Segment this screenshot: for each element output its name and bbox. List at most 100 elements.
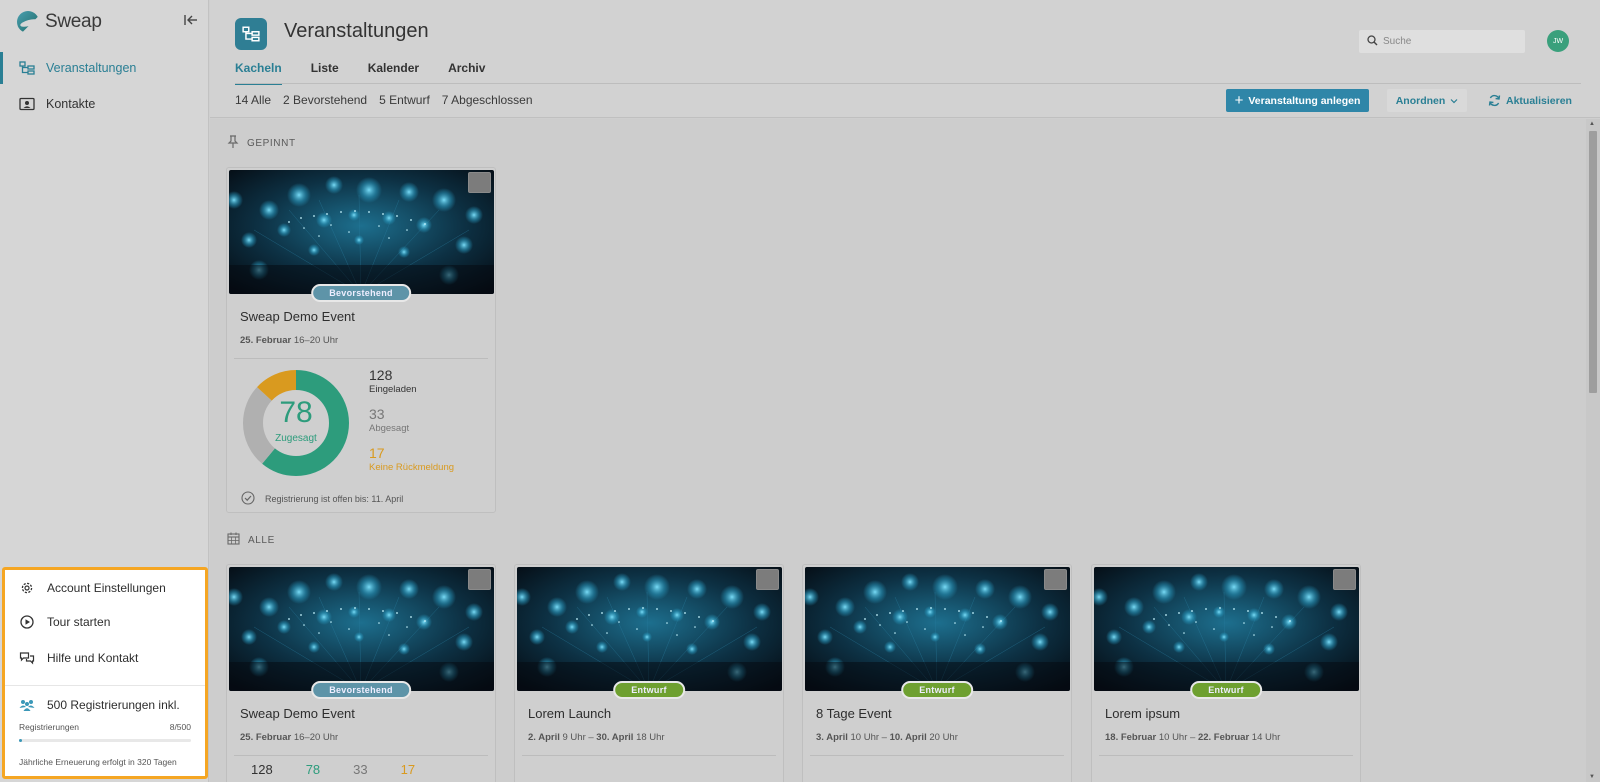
select-checkbox[interactable] — [1333, 569, 1356, 590]
scroll-up-icon[interactable]: ▲ — [1589, 121, 1595, 127]
select-checkbox[interactable] — [1044, 569, 1067, 590]
rsvp-mini-stats: 128 78 33 17 — [251, 762, 415, 777]
section-pinned-label: GEPINNT — [247, 138, 296, 149]
view-tabs: Kacheln Liste Kalender Archiv — [235, 61, 485, 85]
main-area: Veranstaltungen JW Kacheln Liste Kalende… — [210, 0, 1600, 782]
event-date-end: 10. April — [889, 732, 927, 743]
create-event-label: Veranstaltung anlegen — [1248, 94, 1361, 107]
scroll-down-icon[interactable]: ▼ — [1589, 774, 1595, 780]
search-box[interactable] — [1359, 30, 1525, 53]
tabs-divider — [235, 83, 1581, 84]
event-time-start: 16–20 Uhr — [293, 732, 339, 743]
app-logo[interactable]: Sweap — [17, 11, 102, 33]
pinned-event-card[interactable]: Bevorstehend Sweap Demo Event 25. Februa… — [226, 167, 496, 513]
event-date-end: 30. April — [596, 732, 634, 743]
filter-upcoming[interactable]: 2 Bevorstehend — [283, 93, 367, 107]
event-card[interactable]: Bevorstehend Sweap Demo Event 25. Februa… — [226, 564, 496, 782]
filter-all[interactable]: 14 Alle — [235, 93, 271, 107]
registrations-title: 500 Registrierungen inkl. — [19, 698, 180, 712]
events-icon — [18, 60, 36, 76]
registrations-count: 8/500 — [169, 722, 191, 732]
play-icon — [19, 614, 35, 630]
page-header: Veranstaltungen JW Kacheln Liste Kalende… — [210, 0, 1600, 118]
tab-kalender[interactable]: Kalender — [368, 61, 419, 84]
section-pinned: GEPINNT — [227, 135, 296, 152]
help-contact-link[interactable]: Hilfe und Kontakt — [19, 650, 138, 666]
event-date: 25. Februar 16–20 Uhr — [240, 335, 338, 346]
scrollbar-thumb[interactable] — [1589, 131, 1597, 393]
tab-kacheln[interactable]: Kacheln — [235, 61, 282, 85]
divider — [1099, 755, 1353, 756]
contacts-icon — [18, 96, 36, 112]
refresh-label: Aktualisieren — [1506, 94, 1572, 107]
event-date: 2. April 9 Uhr – 30. April 18 Uhr — [528, 732, 665, 743]
divider — [234, 358, 488, 359]
accepted-count: 78 — [279, 396, 313, 429]
event-time-start: 10 Uhr – — [1158, 732, 1196, 743]
event-time-start: 9 Uhr – — [562, 732, 594, 743]
rsvp-mini-stat: 78 — [305, 762, 321, 777]
event-card[interactable]: Entwurf Lorem Launch 2. April 9 Uhr – 30… — [514, 564, 784, 782]
search-input[interactable] — [1383, 36, 1523, 47]
sidebar-item-veranstaltungen[interactable]: Veranstaltungen — [0, 52, 209, 84]
declined-stat: 33 Abgesagt — [369, 406, 409, 434]
arrange-button[interactable]: Anordnen — [1387, 89, 1467, 112]
collapse-sidebar-icon[interactable] — [184, 13, 198, 30]
section-all-label: ALLE — [248, 534, 275, 546]
event-card[interactable]: Entwurf Lorem ipsum 18. Februar 10 Uhr –… — [1091, 564, 1361, 782]
event-date-start: 3. April — [816, 732, 848, 743]
create-event-button[interactable]: + Veranstaltung anlegen — [1226, 89, 1369, 112]
event-image — [517, 567, 782, 691]
declined-count: 33 — [369, 406, 385, 422]
select-checkbox[interactable] — [756, 569, 779, 590]
event-title: Sweap Demo Event — [240, 309, 355, 324]
event-date-start: 25. Februar — [240, 732, 292, 743]
renewal-note: Jährliche Erneuerung erfolgt in 320 Tage… — [19, 757, 177, 767]
select-checkbox[interactable] — [468, 172, 491, 193]
filter-draft[interactable]: 5 Entwurf — [379, 93, 430, 107]
account-settings-link[interactable]: Account Einstellungen — [19, 580, 166, 596]
event-date-time: 16–20 Uhr — [293, 335, 339, 346]
pin-icon — [227, 135, 239, 152]
status-badge: Entwurf — [901, 681, 973, 699]
status-badge: Entwurf — [613, 681, 685, 699]
invited-count: 128 — [369, 367, 393, 383]
plus-icon: + — [1234, 92, 1244, 109]
refresh-button[interactable]: Aktualisieren — [1488, 89, 1572, 112]
registrations-usage: Registrierungen 8/500 — [19, 722, 191, 732]
select-checkbox[interactable] — [468, 569, 491, 590]
event-time-end: 18 Uhr — [636, 732, 665, 743]
invited-label: Eingeladen — [369, 384, 417, 395]
event-date: 25. Februar 16–20 Uhr — [240, 732, 338, 743]
avatar[interactable]: JW — [1547, 30, 1569, 52]
start-tour-link[interactable]: Tour starten — [19, 614, 110, 630]
divider — [810, 755, 1064, 756]
event-time-start: 10 Uhr – — [850, 732, 887, 743]
event-date-end: 22. Februar — [1197, 732, 1250, 743]
sidebar-item-label: Kontakte — [46, 97, 96, 111]
invited-stat: 128 Eingeladen — [369, 367, 417, 395]
calendar-icon — [227, 532, 240, 548]
sidebar-item-kontakte[interactable]: Kontakte — [0, 88, 209, 120]
registration-open-note: Registrierung ist offen bis: 11. April — [241, 491, 403, 507]
event-title: Lorem ipsum — [1105, 706, 1181, 721]
event-time-end: 20 Uhr — [929, 732, 958, 743]
event-image — [1094, 567, 1359, 691]
event-image — [229, 170, 494, 294]
help-contact-label: Hilfe und Kontakt — [47, 651, 139, 665]
logo-icon — [17, 11, 39, 33]
start-tour-label: Tour starten — [47, 615, 111, 629]
chevron-down-icon — [1450, 95, 1458, 107]
status-badge: Bevorstehend — [311, 681, 411, 699]
tab-archiv[interactable]: Archiv — [448, 61, 485, 84]
event-title: Lorem Launch — [528, 706, 612, 721]
events-page-icon — [235, 18, 267, 50]
registrations-progress-fill — [19, 739, 22, 742]
no-response-stat: 17 Keine Rückmeldung — [369, 445, 454, 473]
tab-liste[interactable]: Liste — [311, 61, 339, 84]
check-circle-icon — [241, 491, 255, 507]
filter-completed[interactable]: 7 Abgeschlossen — [442, 93, 533, 107]
event-card[interactable]: Entwurf 8 Tage Event 3. April 10 Uhr – 1… — [802, 564, 1072, 782]
status-badge: Bevorstehend — [311, 284, 411, 302]
scrollbar[interactable]: ▲ ▼ — [1586, 119, 1600, 782]
